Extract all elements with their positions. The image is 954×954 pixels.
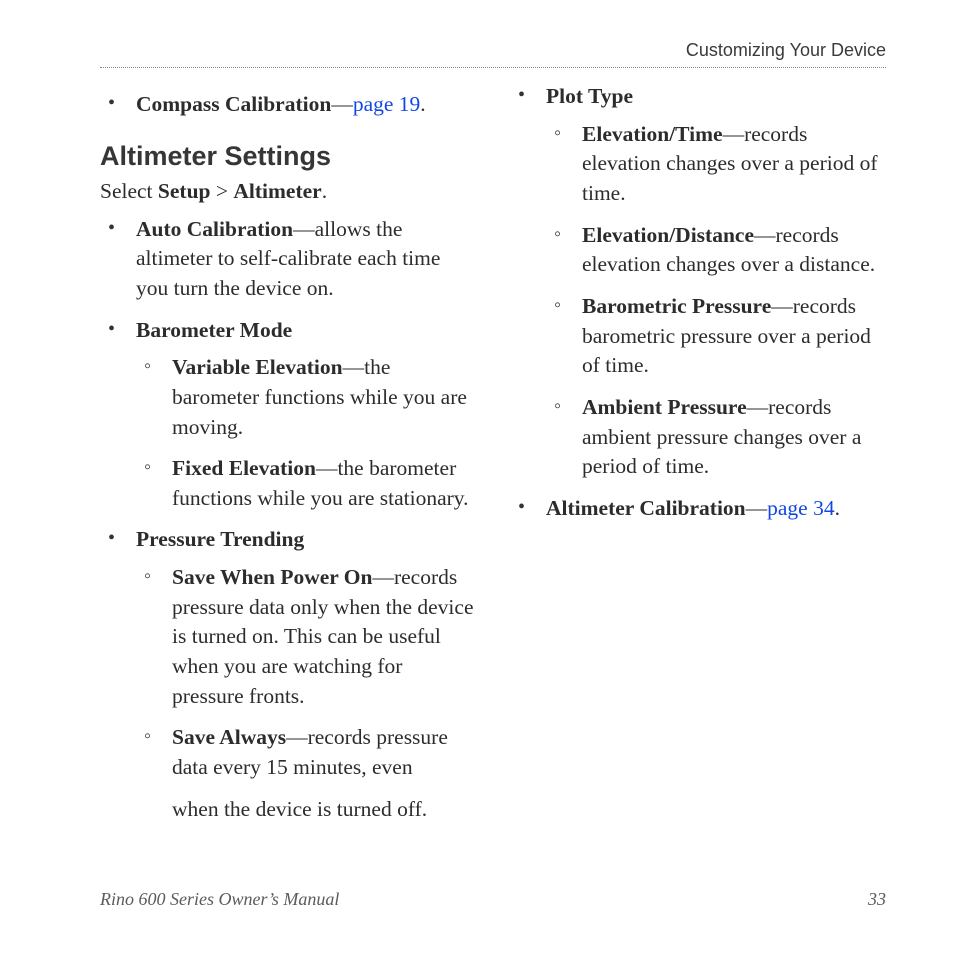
sub-label: Barometric Pressure <box>582 294 771 318</box>
dash: — <box>331 92 353 116</box>
sub-label: Ambient Pressure <box>582 395 747 419</box>
sub-label: Elevation/Distance <box>582 223 754 247</box>
altimeter-list-continued: Plot Type Elevation/Time—records elevati… <box>510 82 886 524</box>
sub-label: Variable Elevation <box>172 355 343 379</box>
trail: . <box>835 496 840 520</box>
item-compass-calibration: Compass Calibration—page 19. <box>100 90 476 120</box>
dash: — <box>746 496 768 520</box>
subitem-barometric-pressure: Barometric Pressure—records barometric p… <box>546 292 886 381</box>
altimeter-list: Auto Calibration—allows the altimeter to… <box>100 215 476 783</box>
sub-label: Save Always <box>172 725 286 749</box>
item-barometer-mode: Barometer Mode Variable Elevation—the ba… <box>100 316 476 514</box>
subitem-save-always: Save Always—records pressure data every … <box>136 723 476 782</box>
item-plot-type: Plot Type Elevation/Time—records elevati… <box>510 82 886 482</box>
sub-label: Elevation/Time <box>582 122 723 146</box>
xref-page-19[interactable]: page 19 <box>353 92 420 116</box>
select-path: Select Setup > Altimeter. <box>100 177 476 207</box>
header-rule <box>100 67 886 68</box>
page-number: 33 <box>868 889 886 910</box>
manual-page: Customizing Your Device Compass Calibrat… <box>0 0 954 954</box>
subitem-variable-elevation: Variable Elevation—the barometer functio… <box>136 353 476 442</box>
subitem-ambient-pressure: Ambient Pressure—records ambient pressur… <box>546 393 886 482</box>
item-label: Compass Calibration <box>136 92 331 116</box>
sub-label: Save When Power On <box>172 565 372 589</box>
trail: . <box>420 92 425 116</box>
item-label: Auto Calibration <box>136 217 293 241</box>
step-altimeter: Altimeter <box>233 179 321 203</box>
item-altimeter-calibration: Altimeter Calibration—page 34. <box>510 494 886 524</box>
xref-page-34[interactable]: page 34 <box>767 496 834 520</box>
subitem-elevation-time: Elevation/Time—records elevation changes… <box>546 120 886 209</box>
top-list: Compass Calibration—page 19. <box>100 90 476 120</box>
section-heading-altimeter: Altimeter Settings <box>100 138 476 175</box>
item-label: Altimeter Calibration <box>546 496 746 520</box>
subitem-elevation-distance: Elevation/Distance—records elevation cha… <box>546 221 886 280</box>
item-label: Pressure Trending <box>136 527 304 551</box>
subitem-save-when-power-on: Save When Power On—records pressure data… <box>136 563 476 711</box>
lead: Select <box>100 179 158 203</box>
item-label: Plot Type <box>546 84 633 108</box>
pressure-trending-sub: Save When Power On—records pressure data… <box>136 563 476 783</box>
item-auto-calibration: Auto Calibration—allows the altimeter to… <box>100 215 476 304</box>
item-label: Barometer Mode <box>136 318 292 342</box>
plot-type-sub: Elevation/Time—records elevation changes… <box>546 120 886 482</box>
content-columns: Compass Calibration—page 19. Altimeter S… <box>100 82 886 862</box>
subitem-fixed-elevation: Fixed Elevation—the barometer functions … <box>136 454 476 513</box>
end: . <box>322 179 327 203</box>
running-header: Customizing Your Device <box>100 40 886 67</box>
sub-label: Fixed Elevation <box>172 456 316 480</box>
item-pressure-trending: Pressure Trending Save When Power On—rec… <box>100 525 476 782</box>
sep: > <box>211 179 234 203</box>
barometer-mode-sub: Variable Elevation—the barometer functio… <box>136 353 476 513</box>
manual-title: Rino 600 Series Owner’s Manual <box>100 889 339 910</box>
step-setup: Setup <box>158 179 211 203</box>
page-footer: Rino 600 Series Owner’s Manual 33 <box>100 889 886 910</box>
subitem-save-always-continued: when the device is turned off. <box>100 795 476 825</box>
dash: — <box>372 565 394 589</box>
